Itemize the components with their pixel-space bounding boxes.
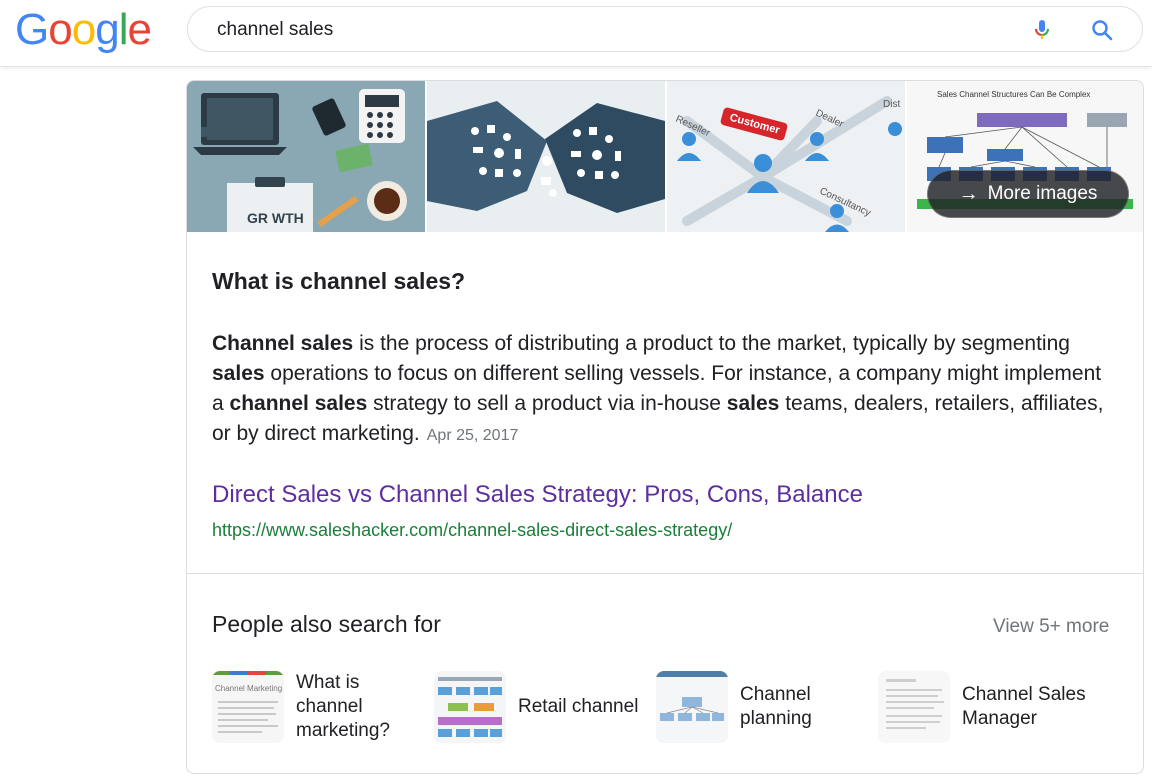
more-images-button[interactable]: → More images bbox=[927, 170, 1129, 218]
related-label-line: marketing? bbox=[296, 720, 390, 741]
related-label-line: Channel Sales bbox=[962, 684, 1086, 705]
logo-letter: g bbox=[95, 5, 120, 54]
related-label: What is channel marketing? bbox=[296, 671, 390, 743]
related-thumb-channel-planning bbox=[656, 671, 728, 743]
people-also-search-title: People also search for bbox=[212, 611, 441, 637]
related-thumb-retail-channel bbox=[434, 671, 506, 743]
dist-text: Dist bbox=[883, 99, 900, 110]
related-label-line: Manager bbox=[962, 708, 1037, 729]
snippet-keyword: sales bbox=[726, 392, 780, 415]
image-thumb-handshake[interactable] bbox=[427, 81, 665, 232]
related-label-line: Retail channel bbox=[518, 696, 639, 717]
snippet-question: What is channel sales? bbox=[212, 268, 466, 294]
snippet-segment: strategy to sell a product via in-house bbox=[367, 392, 727, 415]
arrow-right-icon: → bbox=[958, 182, 979, 205]
featured-snippet-card: GR WTH Reseller Dealer Dist Consultancy … bbox=[186, 80, 1144, 774]
related-label-line: Channel bbox=[740, 684, 811, 705]
related-search-retail-channel[interactable]: Retail channel bbox=[434, 671, 644, 749]
related-search-channel-sales-manager[interactable]: Channel Sales Manager bbox=[878, 671, 1118, 749]
image-thumb-customer-network[interactable]: Reseller Dealer Dist Consultancy Custome… bbox=[667, 81, 905, 232]
snippet-text: Channel sales is the process of distribu… bbox=[212, 329, 1112, 451]
result-url: https://www.saleshacker.com/channel-sale… bbox=[212, 520, 733, 540]
related-thumb-channel-marketing: Channel Marketing bbox=[212, 671, 284, 743]
microphone-icon[interactable] bbox=[1030, 18, 1054, 42]
growth-text: GR WTH bbox=[247, 210, 304, 226]
related-label: Channel Sales Manager bbox=[962, 671, 1086, 743]
logo-letter: o bbox=[71, 5, 97, 54]
image-thumb-workspace[interactable]: GR WTH bbox=[187, 81, 425, 232]
logo-letter: G bbox=[15, 5, 49, 54]
view-more-link[interactable]: View 5+ more bbox=[993, 616, 1109, 638]
related-search-channel-marketing[interactable]: Channel Marketing What is channel market… bbox=[212, 671, 412, 749]
related-label: Retail channel bbox=[518, 671, 638, 743]
more-images-label: More images bbox=[987, 183, 1098, 204]
logo-letter: l bbox=[118, 5, 129, 54]
search-box bbox=[187, 6, 1143, 52]
related-thumb-channel-sales-manager bbox=[878, 671, 950, 743]
snippet-keyword: channel sales bbox=[229, 392, 368, 415]
related-label: Channel planning bbox=[740, 671, 812, 743]
related-search-channel-planning[interactable]: Channel planning bbox=[656, 671, 856, 749]
snippet-segment: is the process of distributing a product… bbox=[353, 332, 1070, 355]
search-input[interactable] bbox=[217, 18, 997, 42]
related-label-line: channel bbox=[296, 696, 363, 717]
section-divider bbox=[187, 573, 1143, 574]
result-title-link[interactable]: Direct Sales vs Channel Sales Strategy: … bbox=[212, 481, 863, 509]
snippet-body: Channel sales is the process of distribu… bbox=[212, 332, 1103, 445]
google-logo[interactable]: Google bbox=[15, 4, 152, 56]
related-label-line: What is bbox=[296, 672, 360, 693]
snippet-keyword: Channel sales bbox=[212, 332, 354, 355]
snippet-keyword: sales bbox=[212, 362, 265, 385]
structure-chart-title: Sales Channel Structures Can Be Complex bbox=[937, 90, 1090, 99]
logo-letter: e bbox=[127, 5, 152, 54]
search-icon[interactable] bbox=[1090, 18, 1114, 42]
snippet-date: Apr 25, 2017 bbox=[426, 427, 519, 444]
image-strip: GR WTH Reseller Dealer Dist Consultancy … bbox=[187, 81, 1143, 232]
related-label-line: planning bbox=[740, 708, 812, 729]
search-header: Google bbox=[0, 0, 1152, 67]
related-thumb-title: Channel Marketing bbox=[215, 684, 282, 693]
logo-letter: o bbox=[48, 5, 73, 54]
